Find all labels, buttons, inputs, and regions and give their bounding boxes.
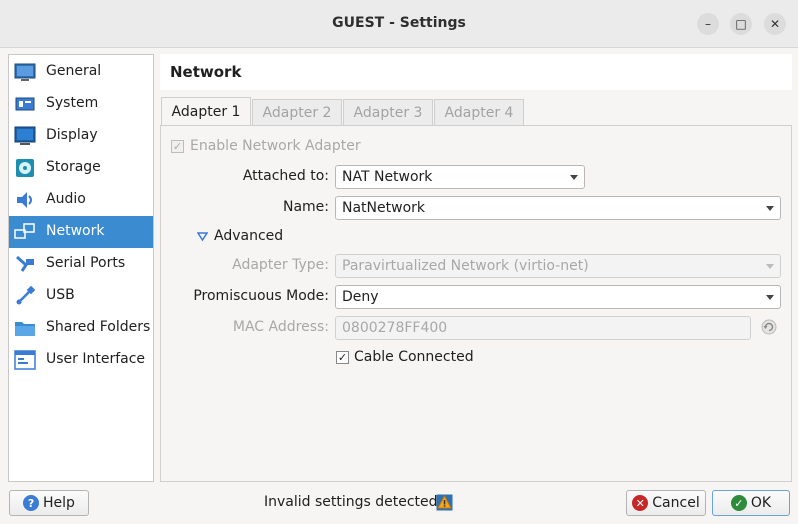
advanced-toggle[interactable]: Advanced [214, 228, 283, 244]
promiscuous-mode-label: Promiscuous Mode: [193, 288, 329, 304]
status-text: Invalid settings detected [264, 494, 438, 510]
ok-button[interactable]: ✓ OK [712, 490, 790, 516]
sidebar-item-label: User Interface [46, 351, 146, 367]
audio-icon [17, 192, 32, 208]
sidebar-item-general[interactable]: General [9, 56, 153, 88]
attached-to-label: Attached to: [242, 168, 329, 184]
help-icon: ? [23, 495, 40, 511]
sidebar-item-label: Audio [46, 191, 86, 207]
adapter-type-label: Adapter Type: [232, 257, 329, 273]
maximize-button[interactable]: □ [730, 13, 752, 35]
adapter-type-value: Paravirtualized Network (virtio-net) [342, 258, 589, 274]
network-icon [14, 223, 35, 239]
sidebar-item-label: General [46, 63, 102, 79]
promiscuous-mode-value: Deny [342, 289, 379, 305]
enable-adapter-checkbox[interactable]: ✓ [171, 140, 184, 153]
sidebar-item-system[interactable]: System [9, 88, 153, 120]
tab-adapter-1[interactable]: Adapter 1 [161, 97, 251, 126]
attached-to-select[interactable]: NAT Network [335, 165, 585, 189]
chevron-down-icon [766, 264, 774, 269]
tab-label: Adapter 3 [353, 105, 423, 121]
mac-address-input[interactable]: 0800278FF400 [335, 316, 751, 340]
settings-sidebar: General System Display Storage Audio Net… [8, 54, 154, 482]
page-header: Network [160, 54, 792, 90]
ok-icon: ✓ [730, 495, 747, 511]
tab-adapter-2[interactable]: Adapter 2 [252, 99, 342, 126]
sidebar-item-serial-ports[interactable]: Serial Ports [9, 248, 153, 280]
tab-label: Adapter 2 [262, 105, 332, 121]
sidebar-item-label: Serial Ports [46, 255, 126, 271]
usb-icon [16, 285, 36, 305]
general-icon [14, 63, 36, 81]
expand-triangle-icon[interactable] [197, 232, 208, 242]
cancel-button[interactable]: ✕ Cancel [626, 490, 706, 516]
help-button-label: Help [43, 495, 75, 511]
user-interface-icon [14, 350, 36, 370]
sidebar-item-user-interface[interactable]: User Interface [9, 344, 153, 376]
refresh-mac-icon[interactable] [761, 319, 777, 335]
storage-icon [16, 159, 34, 177]
sidebar-item-label: USB [46, 287, 75, 303]
sidebar-item-label: Network [46, 223, 105, 239]
name-value: NatNetwork [342, 200, 425, 216]
chevron-down-icon [766, 295, 774, 300]
tab-label: Adapter 1 [171, 104, 241, 120]
sidebar-item-usb[interactable]: USB [9, 280, 153, 312]
sidebar-item-network[interactable]: Network [9, 216, 153, 248]
enable-adapter-label: Enable Network Adapter [190, 138, 361, 154]
page-title: Network [170, 63, 242, 81]
cancel-icon: ✕ [632, 495, 649, 511]
close-button[interactable]: ✕ [764, 13, 786, 35]
promiscuous-mode-select[interactable]: Deny [335, 285, 781, 309]
sidebar-item-storage[interactable]: Storage [9, 152, 153, 184]
sidebar-item-display[interactable]: Display [9, 120, 153, 152]
window-title: GUEST - Settings [332, 15, 466, 31]
mac-address-label: MAC Address: [232, 319, 329, 335]
shared-folders-icon [15, 322, 35, 336]
sidebar-item-label: Shared Folders [46, 319, 151, 335]
cable-connected-checkbox[interactable]: ✓ [336, 351, 349, 364]
system-icon [15, 97, 35, 111]
name-label: Name: [282, 199, 329, 215]
sidebar-item-label: Display [46, 127, 98, 143]
sidebar-item-shared-folders[interactable]: Shared Folders [9, 312, 153, 344]
adapter-type-select[interactable]: Paravirtualized Network (virtio-net) [335, 254, 781, 278]
attached-to-value: NAT Network [342, 169, 433, 185]
name-select[interactable]: NatNetwork [335, 196, 781, 220]
title-bar: GUEST - Settings – □ ✕ [0, 0, 798, 48]
warning-icon [436, 494, 453, 511]
sidebar-item-label: System [46, 95, 99, 111]
cancel-button-label: Cancel [652, 495, 700, 511]
minimize-button[interactable]: – [697, 13, 719, 35]
cable-connected-label: Cable Connected [354, 349, 474, 365]
chevron-down-icon [570, 175, 578, 180]
sidebar-item-audio[interactable]: Audio [9, 184, 153, 216]
mac-address-value: 0800278FF400 [342, 320, 448, 336]
close-icon: ✕ [769, 17, 781, 31]
tab-adapter-3[interactable]: Adapter 3 [343, 99, 433, 126]
chevron-down-icon [766, 206, 774, 211]
tab-adapter-4[interactable]: Adapter 4 [434, 99, 524, 126]
serial-ports-icon [16, 255, 34, 272]
maximize-icon: □ [735, 17, 747, 31]
display-icon [14, 126, 36, 145]
sidebar-item-label: Storage [46, 159, 101, 175]
tab-label: Adapter 4 [444, 105, 514, 121]
ok-button-label: OK [750, 495, 772, 511]
minimize-icon: – [705, 17, 711, 31]
help-button[interactable]: ? Help [9, 490, 89, 516]
